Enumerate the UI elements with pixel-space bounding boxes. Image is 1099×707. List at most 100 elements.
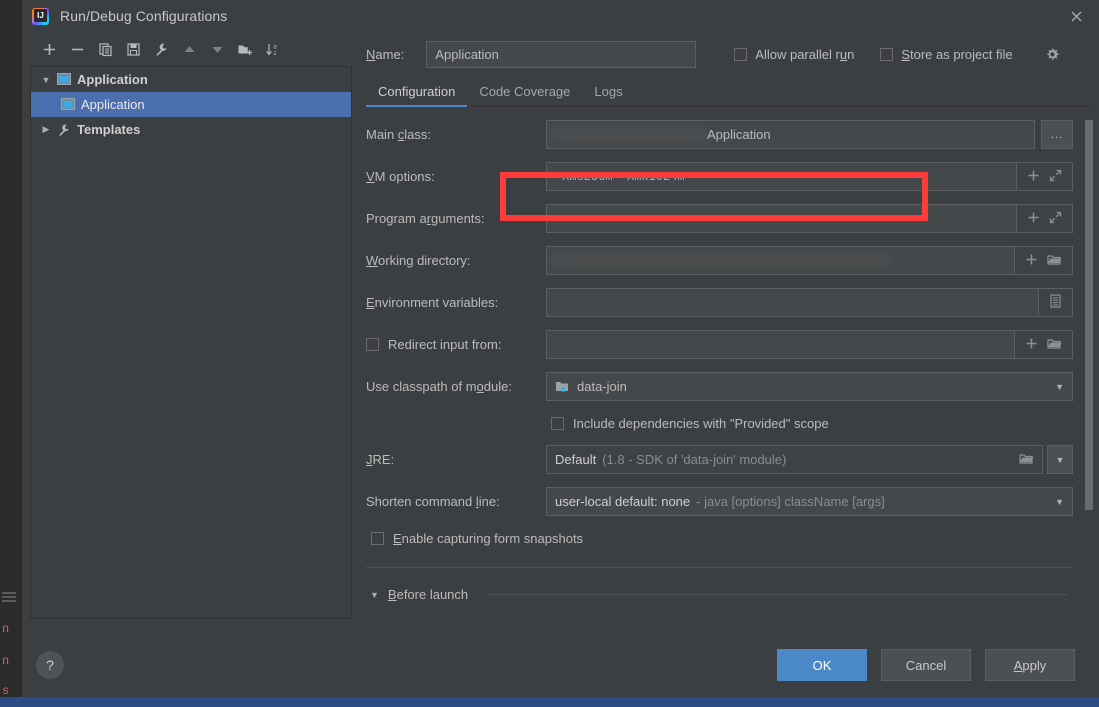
vm-options-input[interactable]: –Xms256m –Xmx1024m bbox=[546, 162, 1017, 191]
checkbox-box[interactable] bbox=[734, 47, 748, 61]
tab-logs[interactable]: Logs bbox=[582, 84, 634, 106]
expand-icon[interactable] bbox=[1049, 211, 1062, 227]
run-debug-configurations-dialog: Run/Debug Configurations bbox=[22, 0, 1099, 697]
checkbox-box[interactable] bbox=[371, 531, 384, 545]
checkbox-box[interactable] bbox=[366, 338, 379, 351]
expand-twisty-icon[interactable]: ▼ bbox=[37, 75, 55, 85]
close-icon[interactable] bbox=[1053, 0, 1099, 32]
jre-combobox[interactable]: Default (1.8 - SDK of 'data-join' module… bbox=[546, 445, 1043, 474]
top-checkboxes: Allow parallel run Store as project file bbox=[734, 47, 1059, 62]
gear-icon[interactable] bbox=[1045, 47, 1060, 62]
jre-row: JRE: Default (1.8 - SDK of 'data-join' m… bbox=[366, 444, 1073, 475]
scrollbar-thumb[interactable] bbox=[1085, 120, 1093, 510]
folder-icon[interactable] bbox=[1047, 253, 1062, 269]
environment-variables-input[interactable] bbox=[546, 288, 1039, 317]
tree-item-application-group[interactable]: ▼ Application bbox=[31, 67, 351, 92]
background-code-fragment: s bbox=[2, 684, 10, 698]
tab-code-coverage[interactable]: Code Coverage bbox=[467, 84, 582, 106]
collapse-twisty-icon[interactable]: ▶ bbox=[37, 124, 55, 135]
chevron-down-icon[interactable]: ▼ bbox=[1047, 382, 1064, 392]
main-class-label: Main class: bbox=[366, 127, 432, 142]
store-as-project-file-label: Store as project file bbox=[901, 46, 1013, 62]
jre-dropdown-button[interactable]: ▼ bbox=[1047, 445, 1073, 474]
plus-icon[interactable] bbox=[1025, 337, 1038, 353]
jre-value: Default bbox=[555, 452, 597, 467]
working-directory-label: Working directory: bbox=[366, 253, 471, 268]
working-directory-row: Working directory: bbox=[366, 245, 1073, 276]
program-arguments-label: Program arguments: bbox=[366, 211, 485, 226]
help-icon[interactable]: ? bbox=[36, 651, 64, 679]
ok-button[interactable]: OK bbox=[777, 649, 867, 681]
remove-configuration-button[interactable] bbox=[64, 36, 90, 62]
folder-icon[interactable] bbox=[1047, 337, 1062, 353]
store-as-project-file-checkbox[interactable]: Store as project file bbox=[880, 46, 1013, 62]
configurations-panel: a z ▼ Application Application ▶ Template… bbox=[22, 32, 352, 633]
working-directory-input[interactable] bbox=[546, 246, 1015, 275]
tree-item-templates[interactable]: ▶ Templates bbox=[31, 117, 351, 142]
classpath-module-combobox[interactable]: data-join ▼ bbox=[546, 372, 1073, 401]
vm-options-actions bbox=[1017, 162, 1073, 191]
environment-variables-actions bbox=[1039, 288, 1073, 317]
redirect-input-checkbox[interactable]: Redirect input from: bbox=[366, 337, 546, 352]
add-configuration-button[interactable] bbox=[36, 36, 62, 62]
include-provided-checkbox[interactable]: Include dependencies with "Provided" sco… bbox=[551, 413, 1073, 433]
configuration-editor-panel: Name: Application Allow parallel run Sto… bbox=[352, 32, 1099, 633]
folder-icon[interactable] bbox=[1011, 452, 1034, 467]
dialog-title: Run/Debug Configurations bbox=[60, 8, 228, 24]
redirect-input-label: Redirect input from: bbox=[388, 337, 502, 352]
svg-text:a: a bbox=[274, 44, 278, 50]
list-icon[interactable] bbox=[1049, 294, 1062, 311]
configurations-tree[interactable]: ▼ Application Application ▶ Templates bbox=[30, 66, 352, 619]
form-scrollbar[interactable] bbox=[1085, 117, 1093, 633]
chevron-down-icon[interactable]: ▼ bbox=[1047, 497, 1064, 507]
vm-options-row: VM options: –Xms256m –Xmx1024m bbox=[366, 161, 1073, 192]
before-launch-section[interactable]: ▼ Before launch bbox=[366, 587, 1073, 602]
tree-item-label: Templates bbox=[77, 122, 141, 137]
plus-icon[interactable] bbox=[1027, 211, 1040, 227]
move-down-button[interactable] bbox=[204, 36, 230, 62]
expand-icon[interactable] bbox=[1049, 169, 1062, 185]
redirect-input-row: Redirect input from: bbox=[366, 329, 1073, 360]
classpath-module-label: Use classpath of module: bbox=[366, 379, 512, 394]
sort-az-icon[interactable]: a z bbox=[260, 36, 286, 62]
tab-configuration[interactable]: Configuration bbox=[366, 84, 468, 107]
application-icon bbox=[59, 97, 77, 113]
working-directory-actions bbox=[1015, 246, 1073, 275]
move-up-button[interactable] bbox=[176, 36, 202, 62]
background-code-fragment: n bbox=[2, 654, 10, 668]
plus-icon[interactable] bbox=[1027, 169, 1040, 185]
copy-configuration-button[interactable] bbox=[92, 36, 118, 62]
jre-label: JRE: bbox=[366, 452, 395, 467]
tree-item-application[interactable]: Application bbox=[31, 92, 351, 117]
checkbox-box[interactable] bbox=[880, 47, 894, 61]
shorten-command-line-combobox[interactable]: user-local default: none - java [options… bbox=[546, 487, 1073, 516]
apply-button[interactable]: Apply bbox=[985, 649, 1075, 681]
environment-variables-row: Environment variables: bbox=[366, 287, 1073, 318]
folder-add-icon[interactable] bbox=[232, 36, 258, 62]
program-arguments-input[interactable] bbox=[546, 204, 1017, 233]
main-class-input[interactable]: Application bbox=[546, 120, 1035, 149]
expand-twisty-icon[interactable]: ▼ bbox=[370, 590, 379, 600]
wrench-icon[interactable] bbox=[148, 36, 174, 62]
program-arguments-row: Program arguments: bbox=[366, 203, 1073, 234]
vm-options-label: VM options: bbox=[366, 169, 435, 184]
allow-parallel-run-checkbox[interactable]: Allow parallel run bbox=[734, 47, 854, 62]
configurations-toolbar: a z bbox=[30, 32, 352, 66]
redirect-input-field[interactable] bbox=[546, 330, 1015, 359]
module-icon bbox=[555, 380, 570, 393]
checkbox-box[interactable] bbox=[551, 416, 564, 430]
plus-icon[interactable] bbox=[1025, 253, 1038, 269]
main-class-value: Application bbox=[707, 127, 771, 142]
section-separator-line bbox=[487, 594, 1067, 595]
redacted-text-overlay bbox=[551, 252, 891, 269]
before-launch-label: Before launch bbox=[387, 587, 469, 602]
name-input[interactable]: Application bbox=[426, 40, 697, 68]
redirect-input-actions bbox=[1015, 330, 1073, 359]
cancel-button[interactable]: Cancel bbox=[881, 649, 971, 681]
form-snapshots-checkbox[interactable]: Enable capturing form snapshots bbox=[371, 528, 1073, 548]
application-group-icon bbox=[55, 72, 73, 88]
save-configuration-button[interactable] bbox=[120, 36, 146, 62]
form-snapshots-label: Enable capturing form snapshots bbox=[393, 530, 584, 546]
shorten-command-line-label: Shorten command line: bbox=[366, 494, 500, 509]
main-class-browse-button[interactable]: ... bbox=[1041, 120, 1073, 149]
